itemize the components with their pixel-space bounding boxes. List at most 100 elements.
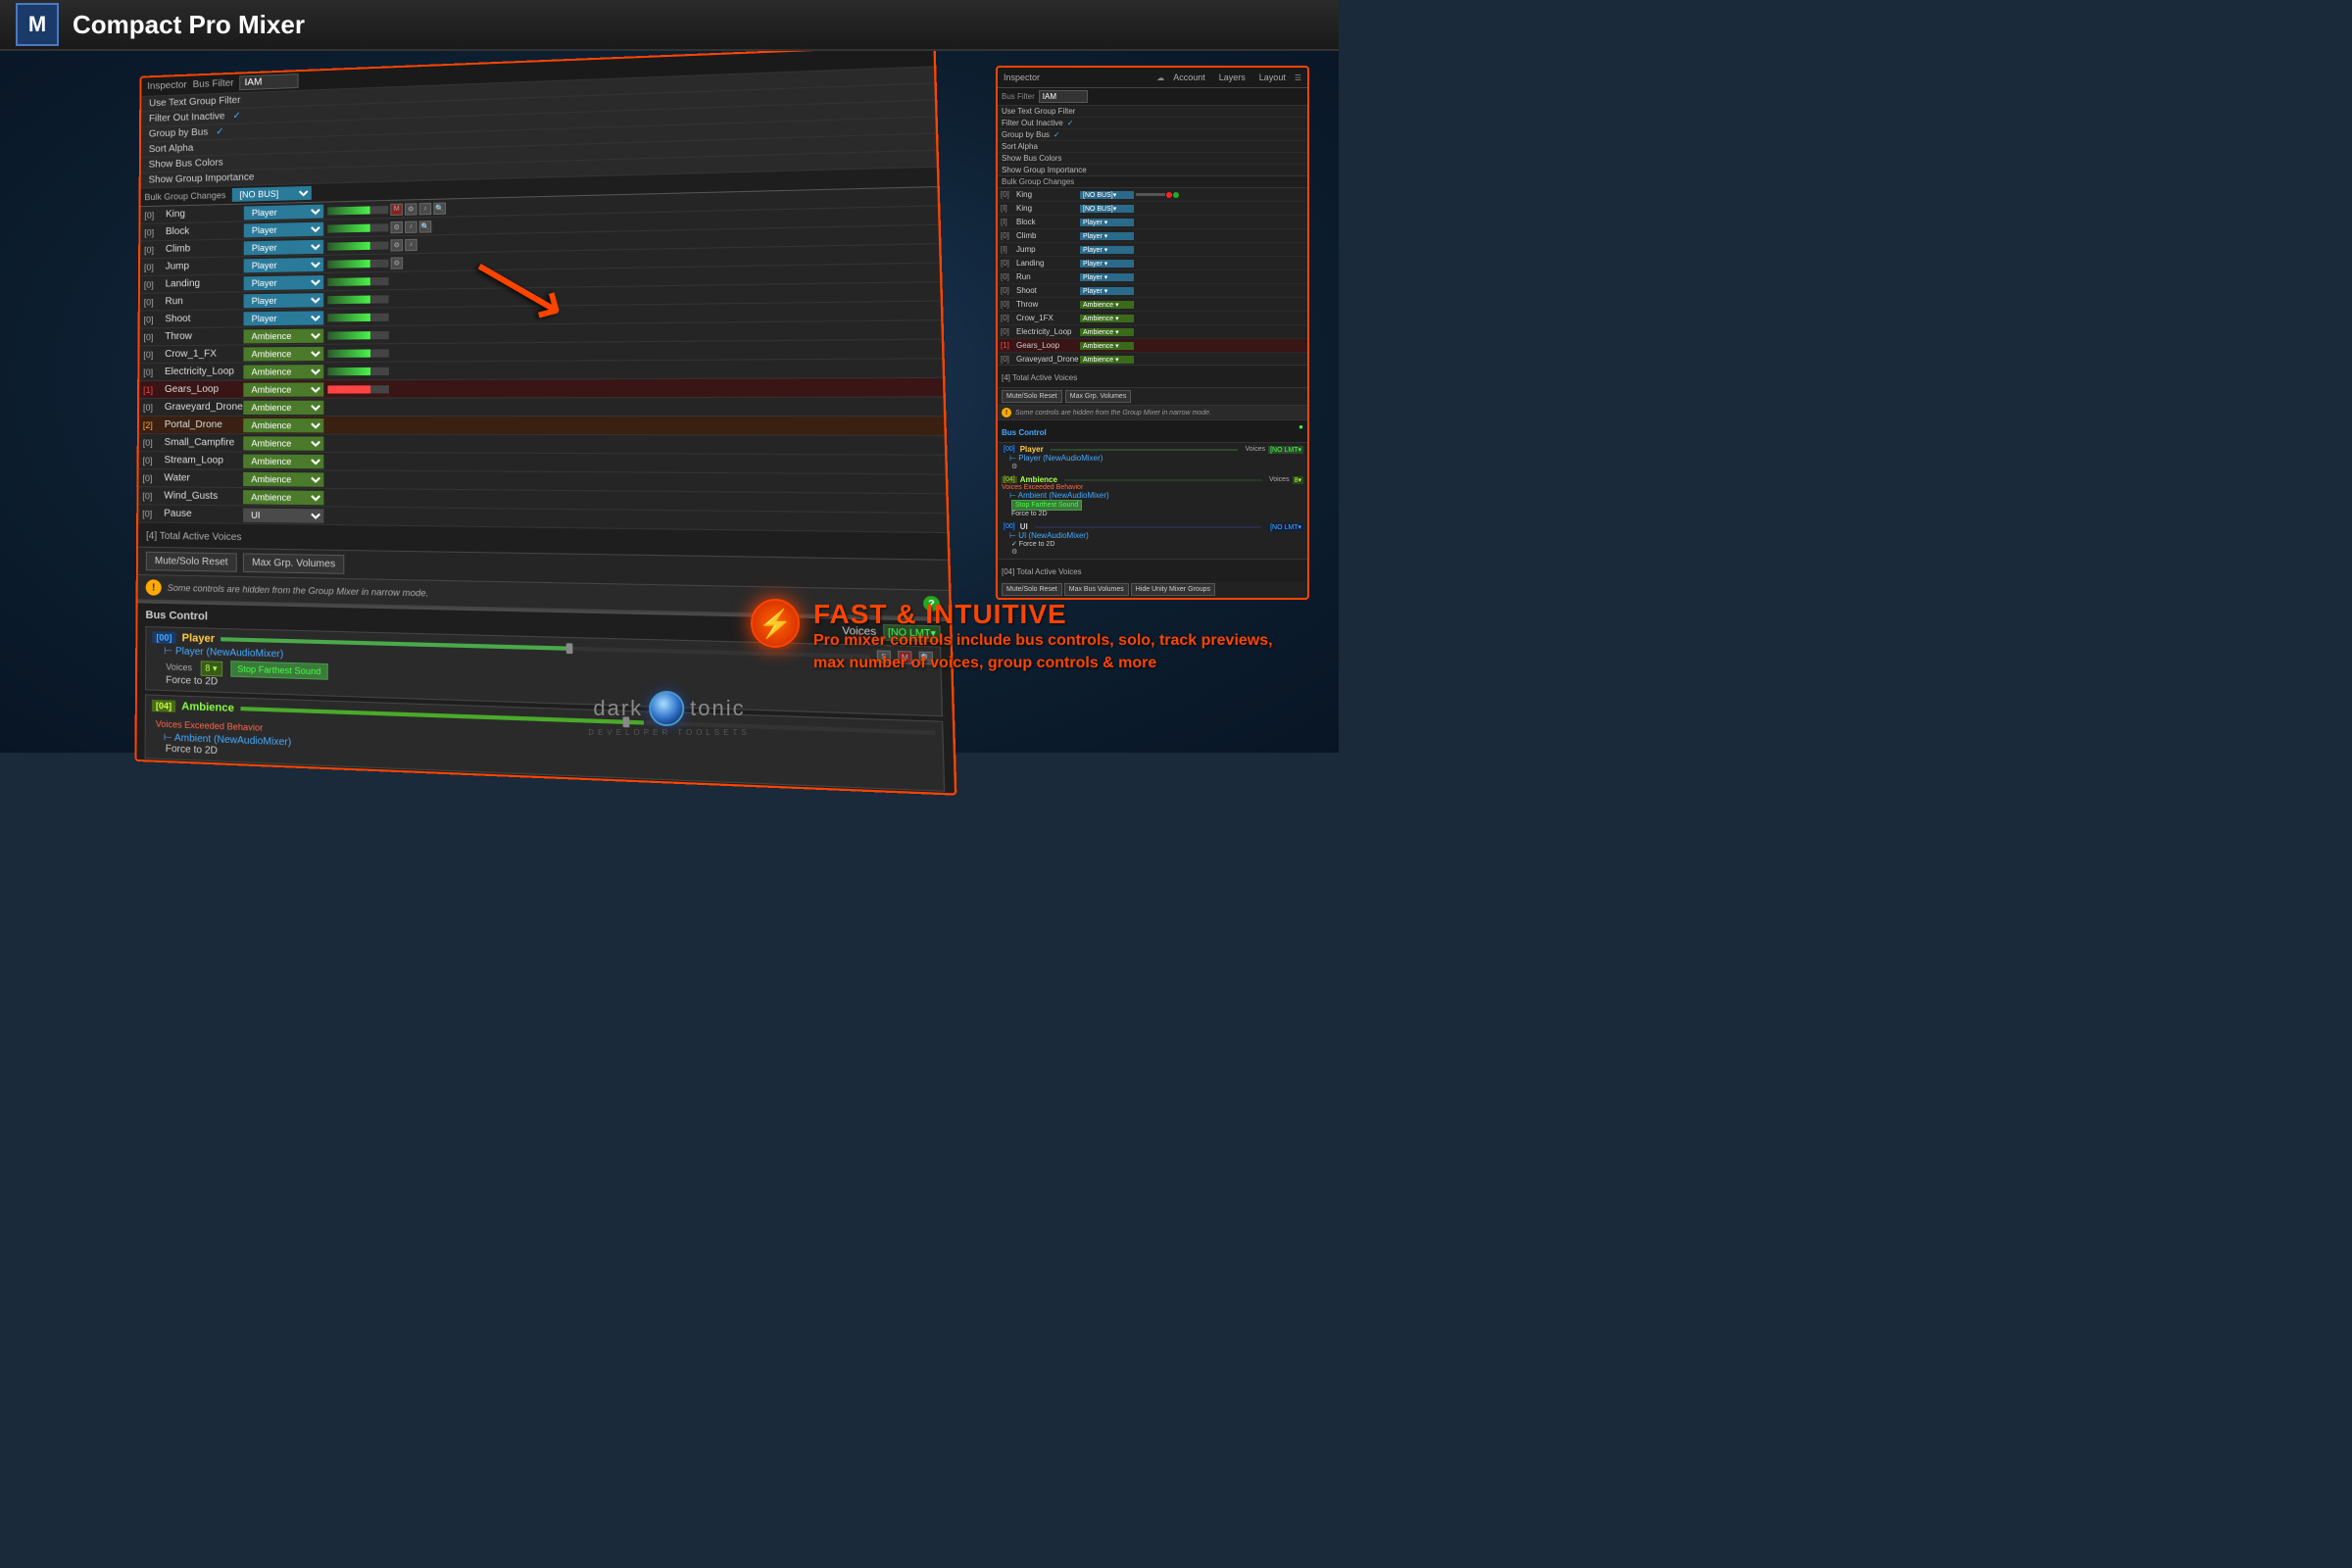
bus-dropdown[interactable]: Ambience xyxy=(243,418,323,432)
bus-dropdown[interactable]: Player xyxy=(244,293,324,308)
mini-fader[interactable] xyxy=(327,259,388,268)
sp-track-row[interactable]: [I] King [NO BUS]▾ xyxy=(998,202,1307,216)
tab-layout[interactable]: Layout xyxy=(1254,71,1291,84)
sp-track-index: [I] xyxy=(1001,218,1016,226)
stop-farthest-btn[interactable]: Stop Farthest Sound xyxy=(230,661,328,680)
gear-btn[interactable]: ⚙ xyxy=(390,239,403,251)
track-row[interactable]: [0] Graveyard_Drone Ambience xyxy=(139,398,944,417)
sp-track-index: [0] xyxy=(1001,259,1016,268)
track-name: Wind_Gusts xyxy=(164,490,243,502)
sp-player-fader[interactable] xyxy=(1051,449,1239,451)
sp-filter-label: Bus Filter xyxy=(1002,92,1035,101)
sp-search-row: Bus Filter xyxy=(998,88,1307,106)
sp-track-row-highlight[interactable]: [1] Gears_Loop Ambience ▾ xyxy=(998,339,1307,353)
sp-track-row[interactable]: [0] Graveyard_Drone Ambience ▾ xyxy=(998,353,1307,365)
ui-bus-name: UI xyxy=(181,770,192,783)
bus-dropdown[interactable]: Ambience xyxy=(243,382,323,396)
gear-btn[interactable]: ⚙ xyxy=(405,203,417,215)
sp-track-name: Block xyxy=(1016,218,1080,226)
bus-dropdown[interactable]: Ambience xyxy=(243,346,323,361)
sp-bus-tag: Ambience ▾ xyxy=(1080,342,1134,350)
sp-player-header: [00] Player Voices [NO LMT▾ xyxy=(1002,445,1303,454)
sp-track-row[interactable]: [0] King [NO BUS]▾ xyxy=(998,188,1307,202)
sp-total-voices: [4] Total Active Voices xyxy=(998,365,1307,388)
mini-fader[interactable] xyxy=(327,367,389,374)
sp-total-label: [4] Total Active Voices xyxy=(1002,373,1077,382)
mini-fader[interactable] xyxy=(327,313,388,321)
sp-track-row[interactable]: [I] Jump Player ▾ xyxy=(998,243,1307,257)
sp-max-grp-volumes[interactable]: Max Grp. Volumes xyxy=(1065,390,1132,403)
sp-track-row[interactable]: [0] Electricity_Loop Ambience ▾ xyxy=(998,325,1307,339)
tab-layers[interactable]: Layers xyxy=(1214,71,1250,84)
vol-btn[interactable]: ♪ xyxy=(419,202,432,214)
search-btn[interactable]: 🔍 xyxy=(433,202,446,214)
sp-bus-tag: Player ▾ xyxy=(1080,273,1134,281)
track-name: Throw xyxy=(165,330,243,342)
track-name: Gears_Loop xyxy=(165,384,243,395)
sp-track-row[interactable]: [0] Climb Player ▾ xyxy=(998,229,1307,243)
vol-btn[interactable]: ♪ xyxy=(405,238,417,250)
sp-search-input[interactable] xyxy=(1039,90,1088,103)
mini-fader[interactable] xyxy=(327,241,388,250)
gear-btn[interactable]: ⚙ xyxy=(391,257,404,269)
track-row-highlight[interactable]: [2] Portal_Drone Ambience xyxy=(139,416,945,436)
sp-slider[interactable] xyxy=(1136,193,1165,196)
mini-fader[interactable] xyxy=(327,295,388,304)
mini-fader[interactable] xyxy=(327,349,388,358)
sp-ui-fader[interactable] xyxy=(1035,526,1261,528)
sp-bus-total-label: [04] Total Active Voices xyxy=(1002,567,1082,576)
search-btn[interactable]: 🔍 xyxy=(419,220,432,232)
mini-fader[interactable] xyxy=(327,276,388,285)
bus-dropdown[interactable]: Ambience xyxy=(243,365,323,379)
mini-fader[interactable] xyxy=(327,385,389,393)
mute-btn[interactable]: M xyxy=(390,203,403,215)
sp-ambience-fader[interactable] xyxy=(1064,479,1262,481)
sp-track-row[interactable]: [0] Run Player ▾ xyxy=(998,270,1307,284)
bus-dropdown[interactable]: Player xyxy=(244,221,323,237)
sp-track-row[interactable]: [I] Block Player ▾ xyxy=(998,216,1307,229)
bus-dropdown[interactable]: Ambience xyxy=(243,490,323,505)
sp-track-row[interactable]: [0] Crow_1FX Ambience ▾ xyxy=(998,312,1307,325)
sp-menu-icon[interactable]: ☰ xyxy=(1295,74,1301,82)
player-voices-value[interactable]: 8 ▾ xyxy=(200,661,222,676)
max-grp-volumes-btn[interactable]: Max Grp. Volumes xyxy=(243,553,345,573)
track-name: King xyxy=(166,208,244,220)
bus-dropdown[interactable]: Player xyxy=(244,274,324,289)
ambience-bus-name: Ambience xyxy=(181,701,234,714)
bus-dropdown[interactable]: Player xyxy=(244,204,323,220)
sp-green-dot: ● xyxy=(1298,422,1303,431)
bus-dropdown[interactable]: Ambience xyxy=(243,436,323,451)
tab-account[interactable]: Account xyxy=(1168,71,1210,84)
bus-dropdown[interactable]: UI xyxy=(243,508,323,522)
gear-btn[interactable]: ⚙ xyxy=(390,220,403,232)
sp-ui-settings-icon: ⚙ xyxy=(1011,548,1017,556)
sp-max-bus-vols[interactable]: Max Bus Volumes xyxy=(1064,583,1129,596)
bus-dropdown[interactable]: Ambience xyxy=(243,400,323,414)
sp-track-index: [0] xyxy=(1001,327,1016,336)
sp-track-row[interactable]: [0] Landing Player ▾ xyxy=(998,257,1307,270)
sp-bus-mute-reset[interactable]: Mute/Solo Reset xyxy=(1002,583,1062,596)
sp-hide-unity[interactable]: Hide Unity Mixer Groups xyxy=(1131,583,1215,596)
bus-dropdown[interactable]: Player xyxy=(244,239,323,255)
mini-fader[interactable] xyxy=(327,223,388,232)
vol-btn[interactable]: ♪ xyxy=(405,220,417,232)
sp-group-bus-label: Group by Bus xyxy=(1002,130,1050,139)
mute-solo-reset-btn[interactable]: Mute/Solo Reset xyxy=(146,552,237,572)
sp-active-dot xyxy=(1173,192,1179,198)
mini-fader[interactable] xyxy=(327,330,388,339)
bus-dropdown[interactable]: Ambience xyxy=(243,454,323,468)
bulk-bus-dropdown[interactable]: [NO BUS] Player Ambience xyxy=(231,186,311,202)
sp-stop-farthest[interactable]: Stop Farthest Sound xyxy=(1011,500,1082,511)
sp-track-row[interactable]: [0] Throw Ambience ▾ xyxy=(998,298,1307,312)
bus-dropdown[interactable]: Player xyxy=(244,257,324,271)
bus-dropdown[interactable]: Player xyxy=(244,311,324,325)
sp-track-row[interactable]: [0] Shoot Player ▾ xyxy=(998,284,1307,298)
darktonic-orb xyxy=(649,691,684,726)
track-row-highlight[interactable]: [1] Gears_Loop Ambience xyxy=(139,378,943,399)
bus-dropdown[interactable]: Ambience xyxy=(243,328,323,343)
sp-mute-solo-reset[interactable]: Mute/Solo Reset xyxy=(1002,390,1062,403)
track-name: Run xyxy=(165,295,243,307)
bus-dropdown[interactable]: Ambience xyxy=(243,471,323,486)
search-input[interactable] xyxy=(240,74,299,90)
mini-fader[interactable] xyxy=(327,205,388,215)
